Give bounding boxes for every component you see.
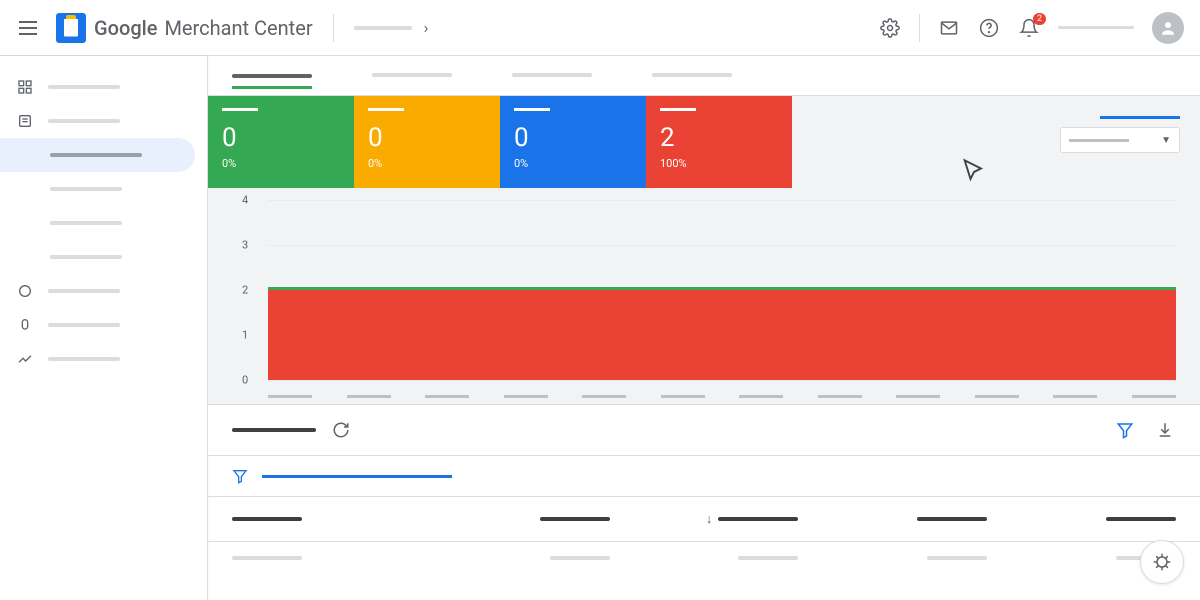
table-row[interactable] <box>208 542 1200 574</box>
sidebar-sub-item-2[interactable] <box>0 206 207 240</box>
destination-indicator <box>1100 116 1180 119</box>
table-col-4[interactable] <box>798 511 987 527</box>
sidebar-item-overview[interactable] <box>0 70 207 104</box>
download-icon[interactable] <box>1154 419 1176 441</box>
merchant-center-logo <box>56 13 86 43</box>
sidebar-item-diagnostics[interactable] <box>0 138 195 172</box>
table-col-2[interactable] <box>421 511 610 527</box>
status-card-3[interactable]: 2100% <box>646 96 792 188</box>
filter-row[interactable] <box>208 455 1200 497</box>
circle-icon <box>16 282 34 300</box>
status-cards: 00%00%00%2100% <box>208 96 1200 188</box>
tab-1[interactable] <box>232 63 312 89</box>
status-card-2[interactable]: 00% <box>500 96 646 188</box>
notification-badge: 2 <box>1033 13 1046 26</box>
list-icon <box>16 112 34 130</box>
dashboard-icon <box>16 78 34 96</box>
sort-down-icon: ↓ <box>706 511 713 527</box>
sidebar-item-growth[interactable] <box>0 274 207 308</box>
status-card-1[interactable]: 00% <box>354 96 500 188</box>
mouse-icon <box>16 316 34 334</box>
mail-icon[interactable] <box>938 17 960 39</box>
tab-3[interactable] <box>512 73 592 79</box>
feedback-fab[interactable] <box>1140 540 1184 584</box>
issues-toolbar <box>208 404 1200 455</box>
table-col-1[interactable] <box>232 511 421 527</box>
app-header: Google Merchant Center › 2 <box>0 0 1200 56</box>
sidebar-item-products[interactable] <box>0 104 207 138</box>
table-col-3[interactable]: ↓ <box>610 511 799 527</box>
status-chart: 01234 <box>208 188 1200 404</box>
refresh-icon[interactable] <box>330 419 352 441</box>
sidebar <box>0 56 208 600</box>
sidebar-item-marketing[interactable] <box>0 308 207 342</box>
tab-4[interactable] <box>652 73 732 79</box>
brand-title: Google Merchant Center <box>94 16 313 40</box>
tab-bar <box>208 56 1200 96</box>
settings-icon[interactable] <box>879 17 901 39</box>
dashboard-area: 00%00%00%2100% ▼ 01234 <box>208 96 1200 404</box>
destination-dropdown[interactable]: ▼ <box>1060 127 1180 153</box>
breadcrumb[interactable]: › <box>354 18 429 37</box>
menu-icon[interactable] <box>16 16 40 40</box>
notifications-icon[interactable]: 2 <box>1018 17 1040 39</box>
sidebar-sub-item-1[interactable] <box>0 172 207 206</box>
table-col-5[interactable] <box>987 511 1176 527</box>
sidebar-sub-item-3[interactable] <box>0 240 207 274</box>
status-card-0[interactable]: 00% <box>208 96 354 188</box>
filter-icon[interactable] <box>1114 419 1136 441</box>
tab-2[interactable] <box>372 73 452 79</box>
account-avatar[interactable] <box>1152 12 1184 44</box>
filter-link[interactable] <box>262 475 452 478</box>
chevron-down-icon: ▼ <box>1161 135 1171 146</box>
main-content: 00%00%00%2100% ▼ 01234 <box>208 56 1200 600</box>
filter-funnel-icon <box>232 468 248 484</box>
chevron-right-icon: › <box>424 18 429 37</box>
help-icon[interactable] <box>978 17 1000 39</box>
table-header: ↓ <box>208 497 1200 542</box>
chart-line-icon <box>16 350 34 368</box>
sidebar-item-performance[interactable] <box>0 342 207 376</box>
